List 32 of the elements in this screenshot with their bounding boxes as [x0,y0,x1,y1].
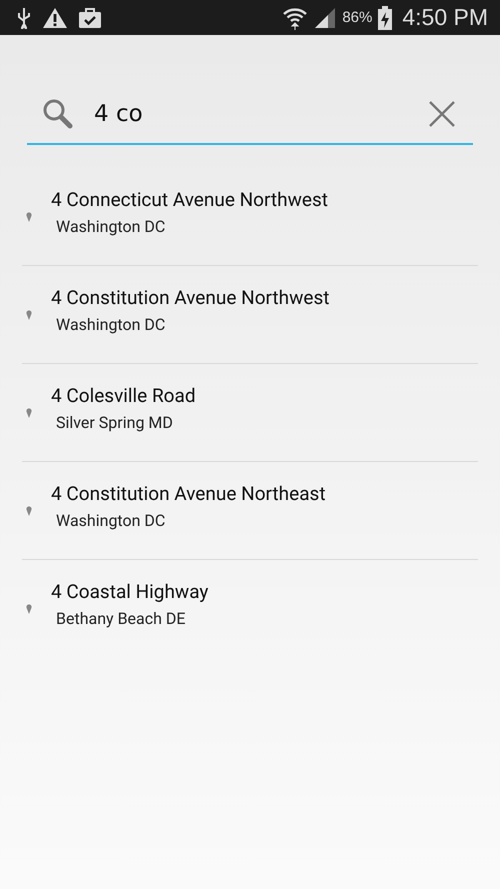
search-field[interactable]: 4 co [27,85,473,145]
suggestion-item[interactable]: 4 Colesville Road Silver Spring MD [22,364,478,462]
address-title: 4 Coastal Highway [51,580,208,603]
suggestion-item[interactable]: 4 Constitution Avenue Northwest Washington DC [22,266,478,364]
bag-check-icon [78,6,102,28]
pin-icon [26,604,32,614]
address-title: 4 Constitution Avenue Northwest [51,286,330,308]
pin-icon [26,212,32,222]
search-icon [42,98,74,130]
suggestion-item[interactable]: 4 Connecticut Avenue Northwest Washington DC [22,168,478,266]
wifi-icon [282,6,308,30]
pin-icon [26,310,32,320]
address-city: Bethany Beach DE [56,609,186,628]
usb-icon [16,6,32,28]
signal-icon [314,6,336,28]
address-city: Silver Spring MD [56,412,174,432]
suggestion-item[interactable]: 4 Coastal Highway Bethany Beach DE [22,560,478,658]
battery-percent: 86% [342,9,372,26]
suggestion-item[interactable]: 4 Constitution Avenue Northeast Washington DC [22,462,478,560]
pin-icon [26,506,32,516]
address-title: 4 Constitution Avenue Northeast [51,482,326,504]
clock-time: 4:50 PM [402,4,488,31]
address-title: 4 Colesville Road [51,384,196,406]
address-title: 4 Connecticut Avenue Northwest [51,188,328,210]
address-city: Washington DC [56,314,166,334]
warning-icon [42,6,68,28]
pin-icon [26,408,32,418]
battery-charging-icon [378,6,392,30]
address-city: Washington DC [56,510,166,530]
close-icon[interactable] [429,101,455,127]
address-city: Washington DC [56,216,166,236]
search-query: 4 co [94,101,144,127]
